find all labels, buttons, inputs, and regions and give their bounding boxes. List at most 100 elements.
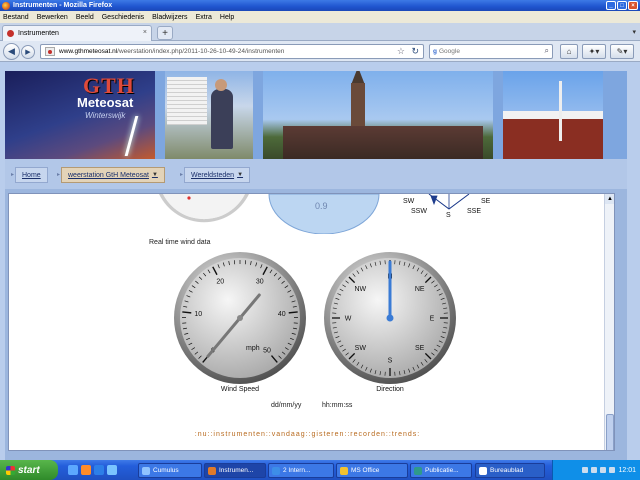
top-partial-gauges: 0.9 SW SSW S SSE SE: [159, 194, 491, 234]
logo-location: Winterswijk: [85, 111, 126, 120]
taskbar-item-label: Bureaublad: [490, 467, 524, 474]
volume-icon[interactable]: [600, 467, 607, 473]
minimize-button[interactable]: _: [606, 1, 616, 10]
window-title: Instrumenten - Mozilla Firefox: [13, 2, 113, 9]
direction-label: NE: [415, 286, 425, 293]
close-tab-icon[interactable]: ×: [143, 29, 147, 36]
site-identity-icon[interactable]: [45, 47, 55, 56]
menu-bladwijzers[interactable]: Bladwijzers: [152, 14, 187, 21]
direction-label: S: [388, 358, 393, 365]
tab-bar: Instrumenten × + ▾: [0, 23, 640, 41]
menu-bar: Bestand Bewerken Beeld Geschiedenis Blad…: [0, 11, 640, 23]
direction-label: W: [345, 316, 352, 323]
speed-tick-label: 10: [194, 311, 202, 318]
rose-label-s: S: [446, 212, 451, 219]
tray-icon[interactable]: [582, 467, 589, 473]
start-button[interactable]: start: [0, 460, 58, 480]
url-bar[interactable]: www.gthmeteosat.nl/weerstation/index.php…: [40, 44, 424, 59]
quicklaunch-icon[interactable]: [68, 465, 78, 475]
maximize-button[interactable]: □: [617, 1, 627, 10]
menu-extra[interactable]: Extra: [196, 14, 212, 21]
page-scrollbar[interactable]: ▲: [604, 194, 614, 450]
station-photo: [165, 71, 253, 159]
quicklaunch-icon[interactable]: [81, 465, 91, 475]
taskbar-item-firefox[interactable]: Instrumen...: [204, 463, 266, 478]
menu-beeld[interactable]: Beeld: [76, 14, 94, 21]
partial-gauge-marker: [187, 196, 191, 200]
site-menu-home-label: Home: [22, 171, 41, 179]
taskbar-item-publicatie[interactable]: Publicatie...: [410, 463, 472, 478]
new-tab-button[interactable]: +: [157, 26, 173, 40]
search-icon[interactable]: ⌕: [545, 46, 549, 56]
direction-label: E: [430, 316, 435, 323]
chevron-down-icon: ▼: [151, 172, 158, 178]
window-title-bar[interactable]: Instrumenten - Mozilla Firefox _ □ ×: [0, 0, 640, 11]
site-menu-wereldsteden[interactable]: Wereldsteden ▼: [184, 167, 251, 183]
google-icon[interactable]: g: [433, 48, 437, 55]
scroll-thumb[interactable]: [606, 414, 614, 450]
close-button[interactable]: ×: [628, 1, 638, 10]
quicklaunch-icon[interactable]: [94, 465, 104, 475]
menu-bewerken[interactable]: Bewerken: [37, 14, 68, 21]
bookmark-star-icon[interactable]: ☆: [397, 46, 405, 57]
taskbar-item-cumulus[interactable]: Cumulus: [138, 463, 202, 478]
speed-tick-label: 20: [216, 278, 224, 285]
forward-button[interactable]: ▶: [21, 45, 35, 59]
scroll-up-icon[interactable]: ▲: [605, 194, 614, 204]
weather-screen-image: [167, 77, 207, 125]
realtime-label: Real time wind data: [149, 239, 211, 246]
lightning-image: [124, 116, 139, 156]
partial-dial-value: 0.9: [315, 201, 328, 211]
system-tray: 12:01: [552, 460, 640, 480]
taskbar-item-label: 2 Intern...: [283, 467, 311, 474]
speed-tick-label: 30: [256, 278, 264, 285]
speed-needle-hub: [237, 315, 243, 321]
tools-button[interactable]: ✎▾: [610, 44, 634, 59]
quick-launch: [68, 465, 117, 475]
url-host: www.gthmeteosat.nl: [59, 48, 118, 55]
direction-label: NW: [354, 286, 366, 293]
logo-panel: GTH Meteosat Winterswijk: [5, 71, 155, 159]
search-bar[interactable]: g Google ⌕: [429, 44, 553, 59]
person-head-image: [215, 79, 227, 91]
windows-flag-icon: [6, 465, 15, 475]
page-viewport: GTH Meteosat Winterswijk ▸ Home ▸ weerst…: [0, 62, 640, 460]
menu-geschiedenis[interactable]: Geschiedenis: [102, 14, 144, 21]
menu-bullet-icon: ▸: [180, 172, 184, 178]
navigation-bar: ◀ ▶ www.gthmeteosat.nl/weerstation/index…: [0, 41, 640, 62]
taskbar-item-msoffice[interactable]: MS Office: [336, 463, 408, 478]
site-menu-weerstation[interactable]: weerstation GtH Meteosat ▼: [61, 167, 165, 183]
tab-list-icon[interactable]: ▾: [632, 28, 636, 36]
home-button[interactable]: ⌂: [560, 44, 578, 59]
menu-help[interactable]: Help: [220, 14, 234, 21]
speed-unit: mph: [246, 345, 260, 352]
chevron-down-icon: ▼: [237, 172, 244, 178]
menu-bullet-icon: ▸: [11, 172, 15, 178]
instrument-nav-links[interactable]: :nu::instrumenten::vandaag::gisteren::re…: [9, 431, 606, 438]
site-menu-weerstation-label: weerstation GtH Meteosat: [68, 171, 149, 179]
direction-label: SE: [415, 345, 425, 352]
tab-instrumenten[interactable]: Instrumenten ×: [2, 25, 152, 41]
quicklaunch-icon[interactable]: [107, 465, 117, 475]
speed-major-tick: [182, 311, 192, 314]
taskbar-item-ie[interactable]: 2 Intern...: [268, 463, 334, 478]
menu-bestand[interactable]: Bestand: [3, 14, 29, 21]
site-menu-home[interactable]: Home: [15, 167, 48, 183]
taskbar-item-label: Cumulus: [153, 467, 179, 474]
partial-wind-rose: [428, 194, 470, 210]
firefox-icon: [2, 1, 10, 10]
tray-icon[interactable]: [591, 467, 598, 473]
direction-gauge: NNEESESSWWNW: [324, 252, 456, 384]
weather-mast-image: [559, 81, 562, 141]
cumulus-icon: [142, 466, 150, 475]
back-button[interactable]: ◀: [3, 43, 20, 60]
speed-tick-label: 50: [263, 348, 271, 355]
town-photo: [263, 71, 493, 159]
rose-label-ssw: SSW: [411, 208, 427, 215]
reload-icon[interactable]: ↻: [411, 46, 419, 57]
taskbar-item-label: Instrumen...: [219, 467, 254, 474]
taskbar-item-bureaublad[interactable]: Bureaublad: [475, 463, 545, 478]
addon-button[interactable]: ✦▾: [582, 44, 606, 59]
network-icon[interactable]: [609, 467, 616, 473]
rose-label-sse: SSE: [467, 208, 481, 215]
